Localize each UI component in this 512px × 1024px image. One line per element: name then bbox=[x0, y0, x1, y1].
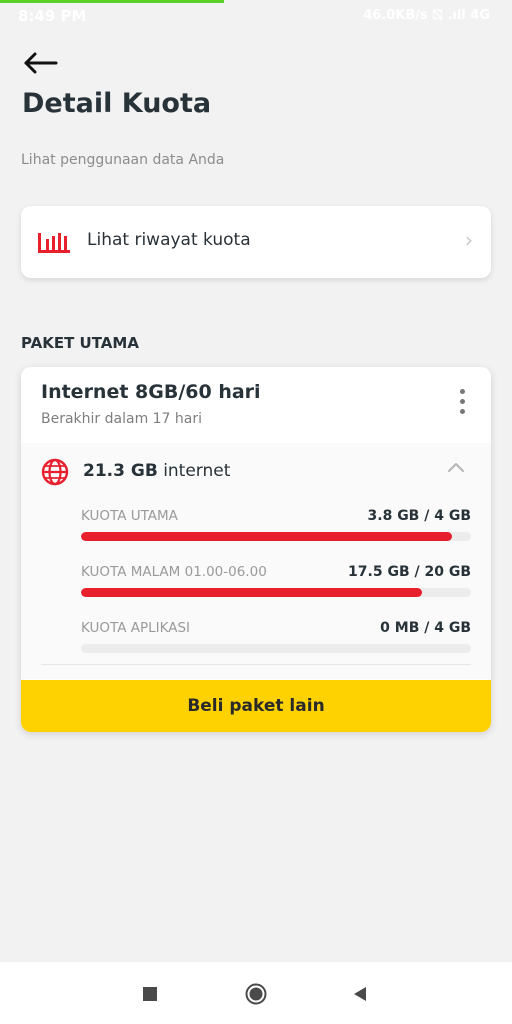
home-icon[interactable] bbox=[245, 983, 267, 1005]
quota-value: 3.8 GB / 4 GB bbox=[367, 508, 471, 524]
quota-history-button[interactable]: Lihat riwayat kuota › bbox=[21, 206, 491, 278]
navigation-bar bbox=[0, 962, 512, 1024]
quota-progress-fill bbox=[81, 588, 423, 597]
page-title: Detail Kuota bbox=[22, 88, 212, 119]
quota-progress-bar bbox=[81, 532, 471, 541]
quota-progress-bar bbox=[81, 588, 471, 597]
section-title: PAKET UTAMA bbox=[21, 334, 139, 352]
package-details: 21.3 GB internet KUOTA UTAMA 3.8 GB / 4 … bbox=[21, 443, 491, 679]
total-amount: 21.3 GB bbox=[83, 461, 158, 481]
quota-label: KUOTA APLIKASI bbox=[81, 620, 191, 636]
quota-label: KUOTA MALAM 01.00-06.00 bbox=[81, 564, 267, 580]
quota-history-label: Lihat riwayat kuota bbox=[87, 230, 251, 250]
chart-bars-icon bbox=[37, 230, 71, 254]
package-card: Internet 8GB/60 hari Berakhir dalam 17 h… bbox=[21, 367, 491, 732]
chevron-right-icon: › bbox=[465, 228, 473, 252]
quota-progress-bar bbox=[81, 644, 471, 653]
status-time: 8:49 PM bbox=[18, 7, 87, 25]
page-load-progress bbox=[0, 0, 224, 3]
quota-label: KUOTA UTAMA bbox=[81, 508, 178, 524]
quota-value: 0 MB / 4 GB bbox=[380, 620, 471, 636]
back-triangle-icon[interactable] bbox=[352, 986, 368, 1002]
status-bar: 8:49 PM 46.0KB/s ⛞ .ıll 4G bbox=[0, 0, 512, 34]
back-arrow-icon[interactable] bbox=[22, 48, 62, 78]
globe-icon bbox=[41, 458, 69, 486]
buy-other-package-button[interactable]: Beli paket lain bbox=[21, 680, 491, 732]
quota-progress-fill bbox=[81, 532, 452, 541]
package-header: Internet 8GB/60 hari Berakhir dalam 17 h… bbox=[21, 367, 491, 443]
total-internet: 21.3 GB internet bbox=[83, 461, 230, 481]
page-subtitle: Lihat penggunaan data Anda bbox=[21, 152, 225, 168]
quota-value: 17.5 GB / 20 GB bbox=[348, 564, 471, 580]
package-expiry: Berakhir dalam 17 hari bbox=[41, 411, 203, 427]
divider bbox=[41, 664, 471, 665]
recent-apps-icon[interactable] bbox=[143, 987, 157, 1001]
more-options-icon[interactable] bbox=[455, 389, 469, 423]
status-network: 46.0KB/s ⛞ .ıll 4G bbox=[363, 8, 490, 23]
total-suffix: internet bbox=[163, 461, 231, 481]
package-name: Internet 8GB/60 hari bbox=[41, 381, 261, 403]
chevron-up-icon[interactable] bbox=[447, 459, 465, 473]
